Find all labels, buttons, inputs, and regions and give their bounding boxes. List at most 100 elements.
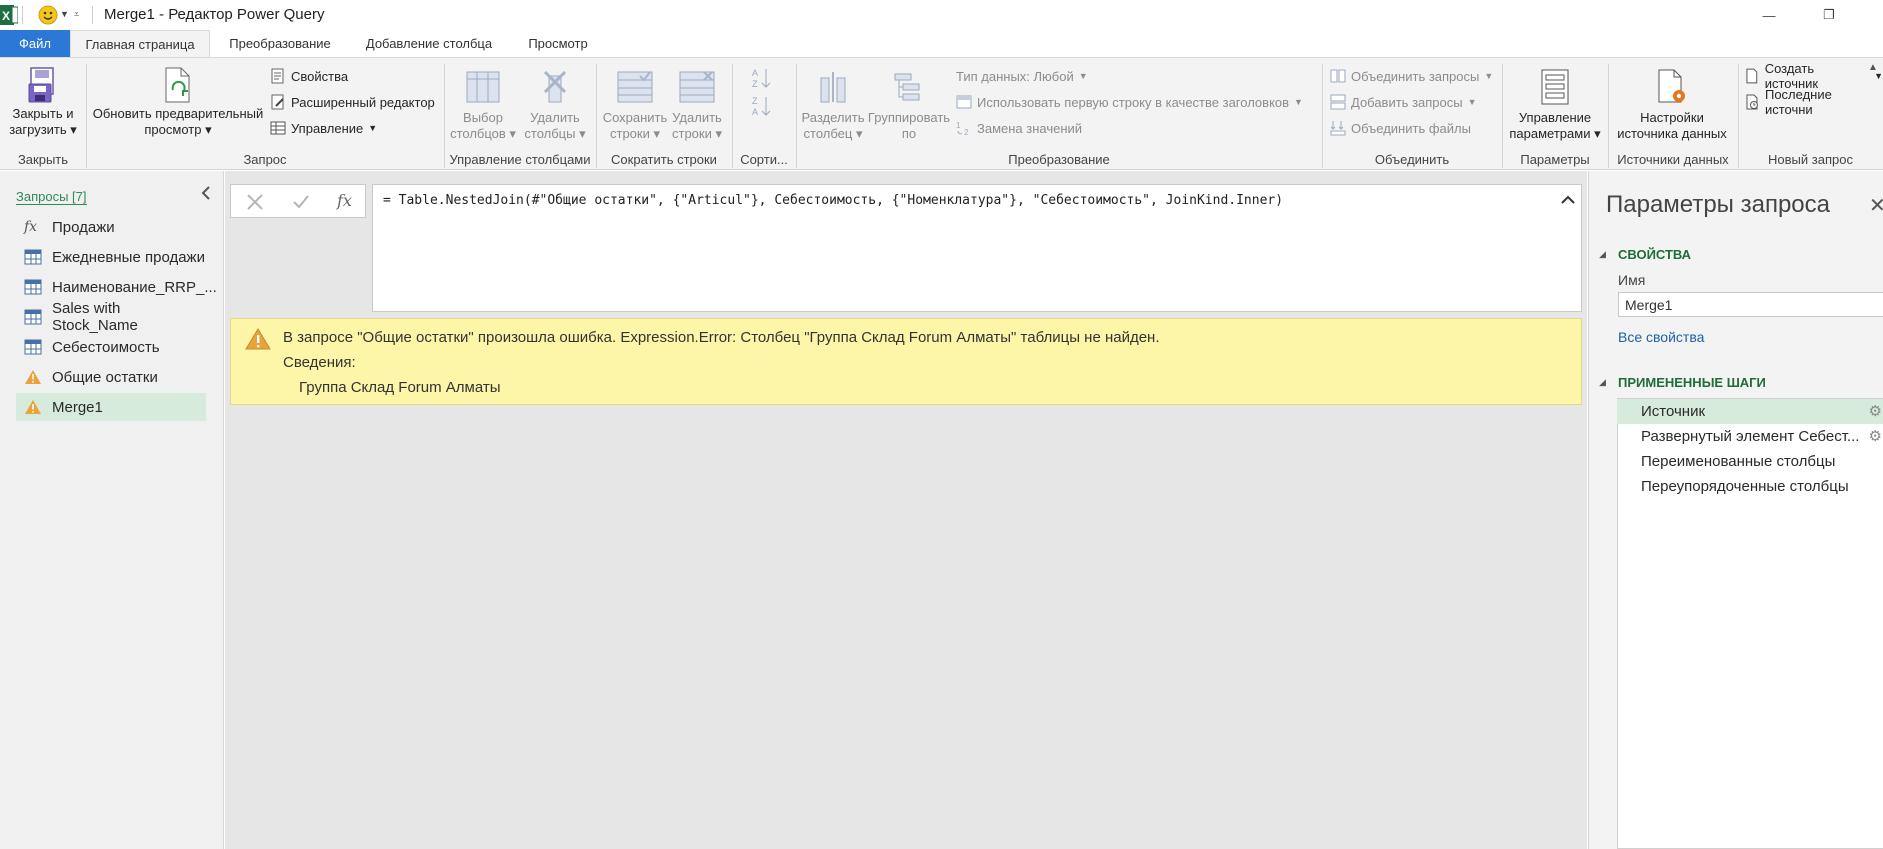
- properties-button[interactable]: Свойства: [270, 66, 348, 86]
- svg-text:Z: Z: [752, 79, 758, 89]
- sort-ascending-icon[interactable]: AZ: [750, 66, 774, 90]
- combine-files-button[interactable]: Объединить файлы: [1330, 118, 1471, 138]
- query-item-label: Merge1: [52, 398, 103, 416]
- chevron-down-icon[interactable]: ▼: [60, 9, 69, 19]
- properties-header: СВОЙСТВА: [1618, 247, 1692, 262]
- query-name-input[interactable]: [1618, 292, 1883, 317]
- advanced-editor-button[interactable]: Расширенный редактор: [270, 92, 435, 112]
- applied-step-label: Переупорядоченные столбцы: [1641, 478, 1849, 495]
- query-item[interactable]: Ежедневные продажи: [16, 243, 206, 271]
- use-first-row-button[interactable]: Использовать первую строку в качестве за…: [956, 92, 1303, 112]
- append-queries-button[interactable]: Добавить запросы ▼: [1330, 92, 1477, 112]
- remove-rows-icon: [678, 70, 716, 104]
- first-row-header-icon: [956, 95, 972, 109]
- manage-label: Управление: [291, 120, 364, 136]
- smiley-feedback-icon[interactable]: [38, 5, 58, 25]
- query-item[interactable]: Sales with Stock_Name: [16, 300, 206, 334]
- window-title: Merge1 - Редактор Power Query: [104, 6, 325, 23]
- step-settings-gear-icon[interactable]: ⚙: [1869, 399, 1882, 424]
- restore-button[interactable]: ❐: [1806, 0, 1852, 30]
- replace-values-button[interactable]: 12 Замена значений: [956, 118, 1082, 138]
- ribbon-collapse-icon[interactable]: ▲: [1868, 62, 1878, 73]
- query-item-label: Sales with Stock_Name: [52, 300, 138, 334]
- collapse-steps-icon[interactable]: ◢: [1599, 377, 1606, 388]
- remove-rows-label-2: строки ▾: [671, 126, 722, 141]
- manage-button[interactable]: Управление ▼: [270, 118, 377, 138]
- manage-parameters-button[interactable]: Управление параметрами ▾: [1506, 62, 1604, 148]
- fx-icon[interactable]: fx: [337, 191, 352, 210]
- group-label-query: Запрос: [243, 152, 287, 167]
- new-source-button[interactable]: Создать источник ▼: [1744, 61, 1883, 91]
- all-properties-link[interactable]: Все свойства: [1618, 329, 1704, 345]
- query-item[interactable]: Merge1: [16, 393, 206, 421]
- tab-file[interactable]: Файл: [0, 30, 70, 58]
- close-and-load-button[interactable]: Закрыть и загрузить ▾: [6, 62, 80, 148]
- svg-text:2: 2: [964, 128, 969, 136]
- remove-columns-button[interactable]: Удалить столбцы ▾: [520, 62, 590, 148]
- applied-step[interactable]: Переупорядоченные столбцы: [1617, 474, 1883, 499]
- data-source-settings-button[interactable]: Настройки источника данных: [1612, 62, 1732, 148]
- group-label-data-sources: Источники данных: [1617, 152, 1729, 167]
- applied-step[interactable]: Источник ⚙: [1617, 399, 1883, 424]
- query-item[interactable]: fx Продажи: [16, 213, 206, 241]
- group-by-button[interactable]: Группировать по: [866, 62, 952, 148]
- tab-transform[interactable]: Преобразование: [214, 30, 346, 58]
- table-icon: [24, 249, 42, 265]
- manage-parameters-label: Управление: [1518, 110, 1592, 125]
- split-column-button[interactable]: Разделить столбец ▾: [800, 62, 866, 148]
- choose-columns-button[interactable]: Выбор столбцов ▾: [448, 62, 518, 148]
- close-pane-icon[interactable]: ✕: [1869, 193, 1883, 218]
- minimize-button[interactable]: —: [1746, 0, 1792, 30]
- parameters-icon: [1539, 68, 1571, 106]
- keep-rows-button[interactable]: Сохранить строки ▾: [600, 62, 670, 148]
- collapse-pane-icon[interactable]: [200, 185, 212, 201]
- group-label-new-query: Новый запрос: [1768, 152, 1853, 167]
- svg-text:1: 1: [956, 121, 961, 130]
- formula-text[interactable]: = Table.NestedJoin(#"Общие остатки", {"A…: [383, 193, 1283, 208]
- formula-bar[interactable]: = Table.NestedJoin(#"Общие остатки", {"A…: [372, 184, 1582, 312]
- split-column-icon: [815, 70, 851, 104]
- save-close-icon: [25, 66, 61, 104]
- tab-view[interactable]: Просмотр: [512, 30, 604, 58]
- error-details-value: Группа Склад Forum Алматы: [299, 379, 501, 396]
- advanced-editor-label: Расширенный редактор: [291, 94, 435, 110]
- remove-rows-label: Удалить: [672, 110, 722, 125]
- recent-sources-button[interactable]: Последние источни: [1744, 87, 1883, 117]
- cancel-formula-icon[interactable]: [245, 192, 265, 212]
- remove-columns-label: Удалить: [530, 110, 580, 125]
- fx-icon: fx: [24, 219, 38, 235]
- replace-values-icon: 12: [956, 121, 969, 136]
- tab-home[interactable]: Главная страница: [70, 30, 210, 59]
- step-settings-gear-icon[interactable]: ⚙: [1869, 424, 1882, 449]
- group-label-close: Закрыть: [17, 152, 69, 167]
- svg-text:A: A: [752, 68, 758, 78]
- collapse-properties-icon[interactable]: ◢: [1599, 249, 1606, 260]
- applied-step[interactable]: Переименованные столбцы: [1617, 449, 1883, 474]
- properties-label: Свойства: [291, 68, 349, 84]
- sort-descending-icon[interactable]: ZA: [750, 94, 774, 118]
- divider: [92, 6, 93, 24]
- choose-columns-icon: [465, 70, 501, 104]
- group-label-manage-columns: Управление столбцами: [449, 152, 591, 167]
- applied-step[interactable]: Развернутый элемент Себест... ⚙: [1617, 424, 1883, 449]
- refresh-preview-button[interactable]: Обновить предварительный просмотр ▾: [90, 62, 266, 148]
- confirm-formula-icon[interactable]: [291, 192, 311, 212]
- replace-values-label: Замена значений: [977, 120, 1083, 136]
- merge-queries-button[interactable]: Объединить запросы ▼: [1330, 66, 1493, 86]
- tab-add-column[interactable]: Добавление столбца: [350, 30, 508, 58]
- customize-toolbar-icon[interactable]: ⩡: [74, 9, 79, 20]
- query-item[interactable]: Общие остатки: [16, 363, 206, 391]
- remove-rows-button[interactable]: Удалить строки ▾: [662, 62, 732, 148]
- queries-header[interactable]: Запросы [7]: [16, 189, 87, 205]
- collapse-formula-icon[interactable]: [1561, 195, 1575, 205]
- merge-queries-label: Объединить запросы: [1351, 68, 1480, 84]
- query-item[interactable]: Себестоимость: [16, 333, 206, 361]
- applied-step-label: Развернутый элемент Себест...: [1641, 428, 1860, 445]
- group-by-label: Группировать: [867, 110, 951, 125]
- ribbon-tabs: Файл Главная страница Преобразование Доб…: [0, 30, 1883, 59]
- data-source-settings-icon: [1655, 68, 1689, 106]
- group-by-icon: [891, 70, 927, 104]
- excel-logo-icon: X: [0, 3, 18, 27]
- query-item[interactable]: Наименование_RRP_...: [16, 273, 217, 301]
- data-type-dropdown[interactable]: Тип данных: Любой ▼: [956, 66, 1088, 86]
